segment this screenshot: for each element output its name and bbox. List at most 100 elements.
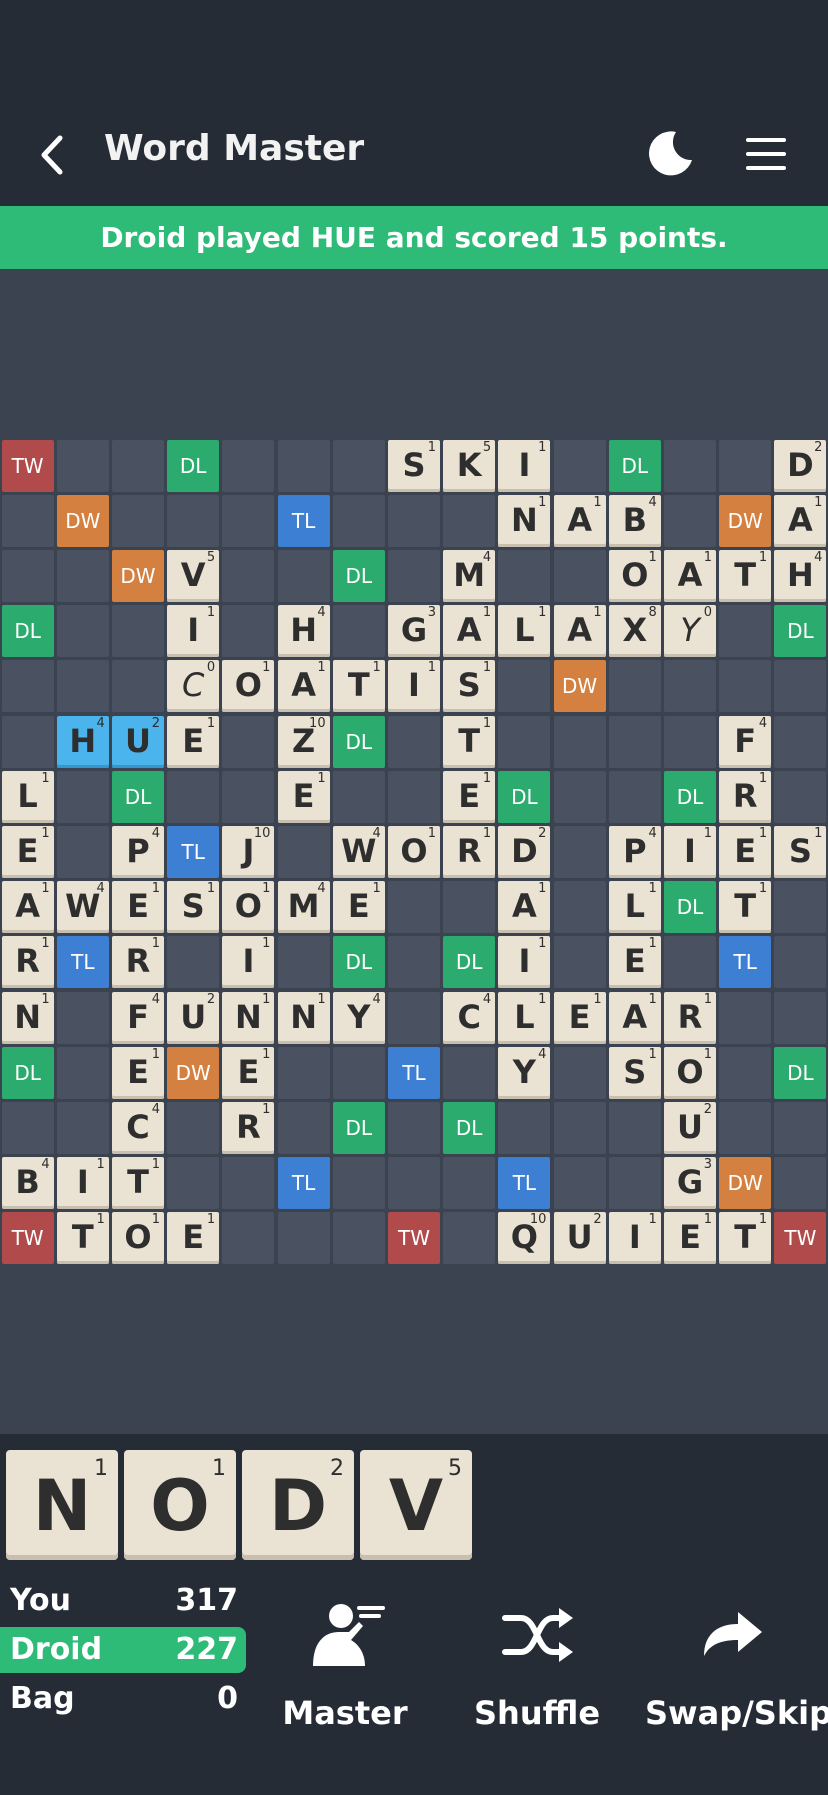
board-square[interactable]: [664, 715, 716, 768]
board-square[interactable]: [388, 991, 440, 1044]
board-square[interactable]: [553, 550, 606, 602]
board-square[interactable]: [443, 494, 496, 547]
double-letter-square[interactable]: DL: [774, 605, 827, 658]
board-square[interactable]: [719, 991, 772, 1044]
double-letter-square[interactable]: DL: [332, 550, 385, 602]
board-square[interactable]: [553, 1102, 606, 1154]
triple-word-square[interactable]: TW: [388, 1212, 440, 1265]
board-square[interactable]: [222, 715, 275, 768]
board-square[interactable]: [553, 881, 606, 934]
triple-letter-square[interactable]: TL: [498, 1157, 551, 1210]
board-square[interactable]: [277, 936, 330, 989]
triple-letter-square[interactable]: TL: [277, 1157, 330, 1210]
board-square[interactable]: [774, 991, 827, 1044]
board-square[interactable]: [56, 550, 109, 602]
board-square[interactable]: [388, 715, 440, 768]
board-square[interactable]: [664, 494, 716, 547]
board-square[interactable]: [167, 936, 220, 989]
board-square[interactable]: [167, 1102, 220, 1154]
board-square[interactable]: [774, 936, 827, 989]
board-square[interactable]: [56, 660, 109, 713]
board-square[interactable]: [608, 770, 661, 823]
board-square[interactable]: [56, 826, 109, 878]
board-square[interactable]: [1, 494, 54, 547]
board-square[interactable]: [56, 991, 109, 1044]
board-square[interactable]: [332, 1212, 385, 1265]
board-square[interactable]: [608, 1102, 661, 1154]
board-square[interactable]: [222, 1212, 275, 1265]
board-square[interactable]: [167, 494, 220, 547]
board-square[interactable]: [443, 881, 496, 934]
board-square[interactable]: [664, 439, 716, 492]
board-square[interactable]: [222, 605, 275, 658]
triple-letter-square[interactable]: TL: [56, 936, 109, 989]
board-square[interactable]: [443, 1212, 496, 1265]
double-letter-square[interactable]: DL: [167, 439, 220, 492]
game-board[interactable]: TWDLDLTWDWTLDWDWDLDLDLDWDLDLDLDLTLDLTLDL…: [0, 438, 828, 1266]
board-square[interactable]: [553, 1046, 606, 1099]
double-word-square[interactable]: DW: [112, 550, 164, 602]
board-square[interactable]: [719, 1102, 772, 1154]
board-square[interactable]: [774, 1102, 827, 1154]
board-square[interactable]: [56, 1046, 109, 1099]
board-square[interactable]: [277, 550, 330, 602]
board-square[interactable]: [553, 936, 606, 989]
board-square[interactable]: [112, 439, 164, 492]
double-letter-square[interactable]: DL: [332, 1102, 385, 1154]
triple-word-square[interactable]: TW: [1, 439, 54, 492]
board-square[interactable]: [277, 1212, 330, 1265]
board-square[interactable]: [332, 494, 385, 547]
board-square[interactable]: [222, 770, 275, 823]
double-letter-square[interactable]: DL: [1, 1046, 54, 1099]
board-square[interactable]: [719, 1046, 772, 1099]
double-word-square[interactable]: DW: [167, 1046, 220, 1099]
board-square[interactable]: [332, 605, 385, 658]
double-letter-square[interactable]: DL: [112, 770, 164, 823]
board-square[interactable]: [608, 660, 661, 713]
board-square[interactable]: [388, 1102, 440, 1154]
chevron-left-icon[interactable]: [36, 130, 72, 180]
board-square[interactable]: [774, 660, 827, 713]
board-square[interactable]: [388, 936, 440, 989]
board-square[interactable]: [553, 715, 606, 768]
board-square[interactable]: [167, 770, 220, 823]
board-square[interactable]: [608, 715, 661, 768]
double-letter-square[interactable]: DL: [664, 881, 716, 934]
board-square[interactable]: [1, 660, 54, 713]
board-square[interactable]: [388, 770, 440, 823]
board-square[interactable]: [277, 1102, 330, 1154]
rack-tile[interactable]: V5: [360, 1450, 472, 1560]
board-square[interactable]: [664, 936, 716, 989]
board-square[interactable]: [774, 881, 827, 934]
board-square[interactable]: [1, 550, 54, 602]
board-square[interactable]: [774, 1157, 827, 1210]
triple-word-square[interactable]: TW: [774, 1212, 827, 1265]
board-square[interactable]: [553, 1157, 606, 1210]
triple-letter-square[interactable]: TL: [277, 494, 330, 547]
board-square[interactable]: [112, 494, 164, 547]
board-square[interactable]: [664, 660, 716, 713]
moon-icon[interactable]: [648, 130, 694, 176]
rack-tile[interactable]: N1: [6, 1450, 118, 1560]
board-square[interactable]: [112, 660, 164, 713]
double-letter-square[interactable]: DL: [608, 439, 661, 492]
triple-letter-square[interactable]: TL: [719, 936, 772, 989]
board-square[interactable]: [167, 1157, 220, 1210]
board-square[interactable]: [112, 605, 164, 658]
board-square[interactable]: [553, 826, 606, 878]
board-square[interactable]: [56, 1102, 109, 1154]
swap-skip-button[interactable]: Swap/Skip: [645, 1600, 828, 1732]
double-letter-square[interactable]: DL: [332, 715, 385, 768]
double-word-square[interactable]: DW: [719, 1157, 772, 1210]
board-square[interactable]: [443, 1046, 496, 1099]
board-square[interactable]: [332, 1046, 385, 1099]
double-letter-square[interactable]: DL: [443, 936, 496, 989]
board-square[interactable]: [1, 1102, 54, 1154]
board-square[interactable]: [388, 1157, 440, 1210]
hamburger-menu-icon[interactable]: [744, 136, 788, 172]
double-word-square[interactable]: DW: [719, 494, 772, 547]
double-word-square[interactable]: DW: [553, 660, 606, 713]
board-square[interactable]: [222, 1157, 275, 1210]
board-square[interactable]: [498, 715, 551, 768]
board-square[interactable]: [332, 1157, 385, 1210]
